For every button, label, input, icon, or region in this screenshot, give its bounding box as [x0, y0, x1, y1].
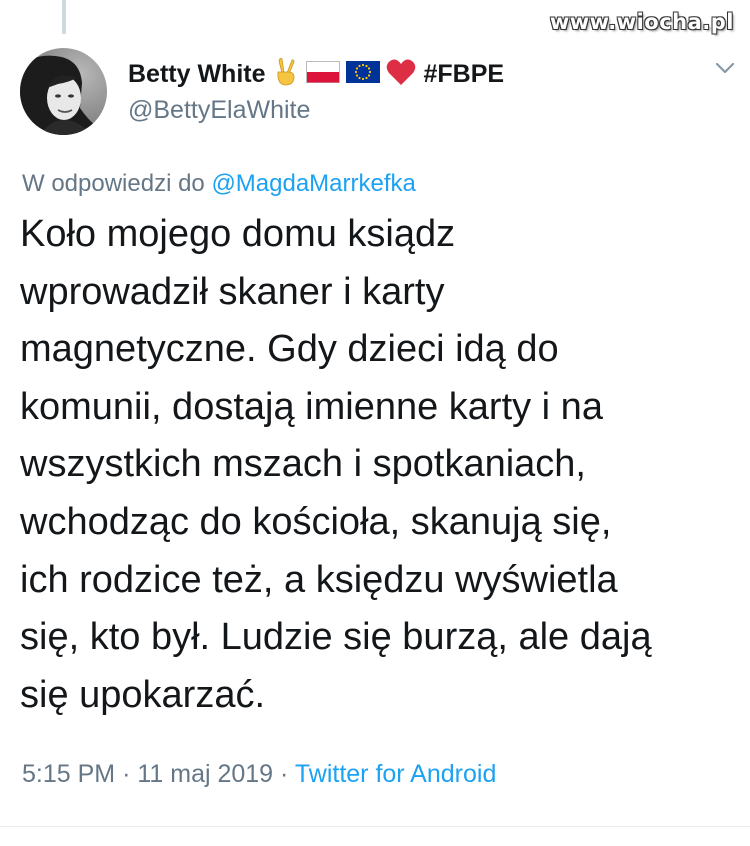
tweet-text-line: wszystkich mszach i spotkaniach,	[20, 443, 586, 486]
tweet-text-line: magnetyczne. Gdy dzieci idą do	[20, 328, 559, 371]
chevron-down-icon[interactable]	[714, 60, 736, 76]
tweet-text-line: się, kto był. Ludzie się burzą, ale dają	[20, 616, 652, 659]
eu-flag-icon	[345, 60, 380, 88]
tweet-text-line: się upokarzać.	[20, 673, 266, 716]
tweet-meta: 5:15 PM · 11 maj 2019 · Twitter for Andr…	[22, 760, 496, 789]
avatar[interactable]	[20, 48, 107, 135]
tweet-text-line: komunii, dostają imienne karty i na	[20, 385, 603, 428]
author-hashtag: #FBPE	[423, 59, 505, 88]
meta-separator: ·	[280, 760, 289, 788]
tweet-source-link[interactable]: Twitter for Android	[295, 760, 496, 788]
tweet-text-line: wprowadził skaner i karty	[20, 270, 445, 313]
author-display-name[interactable]: Betty White	[128, 60, 266, 89]
watermark: www.wiocha.pl	[549, 10, 734, 34]
thread-connector-line	[62, 0, 66, 34]
author-handle[interactable]: @BettyElaWhite	[128, 96, 310, 125]
avatar-photo	[20, 48, 107, 135]
tweet-text: Koło mojego domu ksiądz wprowadził skane…	[20, 206, 740, 724]
victory-hand-icon	[272, 57, 300, 92]
tweet-text-line: Koło mojego domu ksiądz	[20, 213, 456, 255]
reply-prefix: W odpowiedzi do	[22, 170, 205, 197]
poland-flag-icon	[305, 60, 340, 88]
tweet-date: 11 maj 2019	[137, 760, 274, 788]
author-name-row[interactable]: Betty White #FBPE	[128, 56, 504, 92]
reply-mention-link[interactable]: @MagdaMarrkefka	[211, 170, 415, 197]
tweet-text-line: ich rodzice też, a księdzu wyświetla	[20, 558, 618, 601]
red-heart-icon	[386, 58, 416, 91]
reply-context: W odpowiedzi do @MagdaMarrkefka	[22, 170, 416, 198]
divider	[0, 826, 750, 827]
tweet-text-line: wchodząc do kościoła, skanują się,	[20, 500, 612, 543]
tweet-time: 5:15 PM	[22, 760, 116, 788]
meta-separator: ·	[122, 760, 131, 788]
